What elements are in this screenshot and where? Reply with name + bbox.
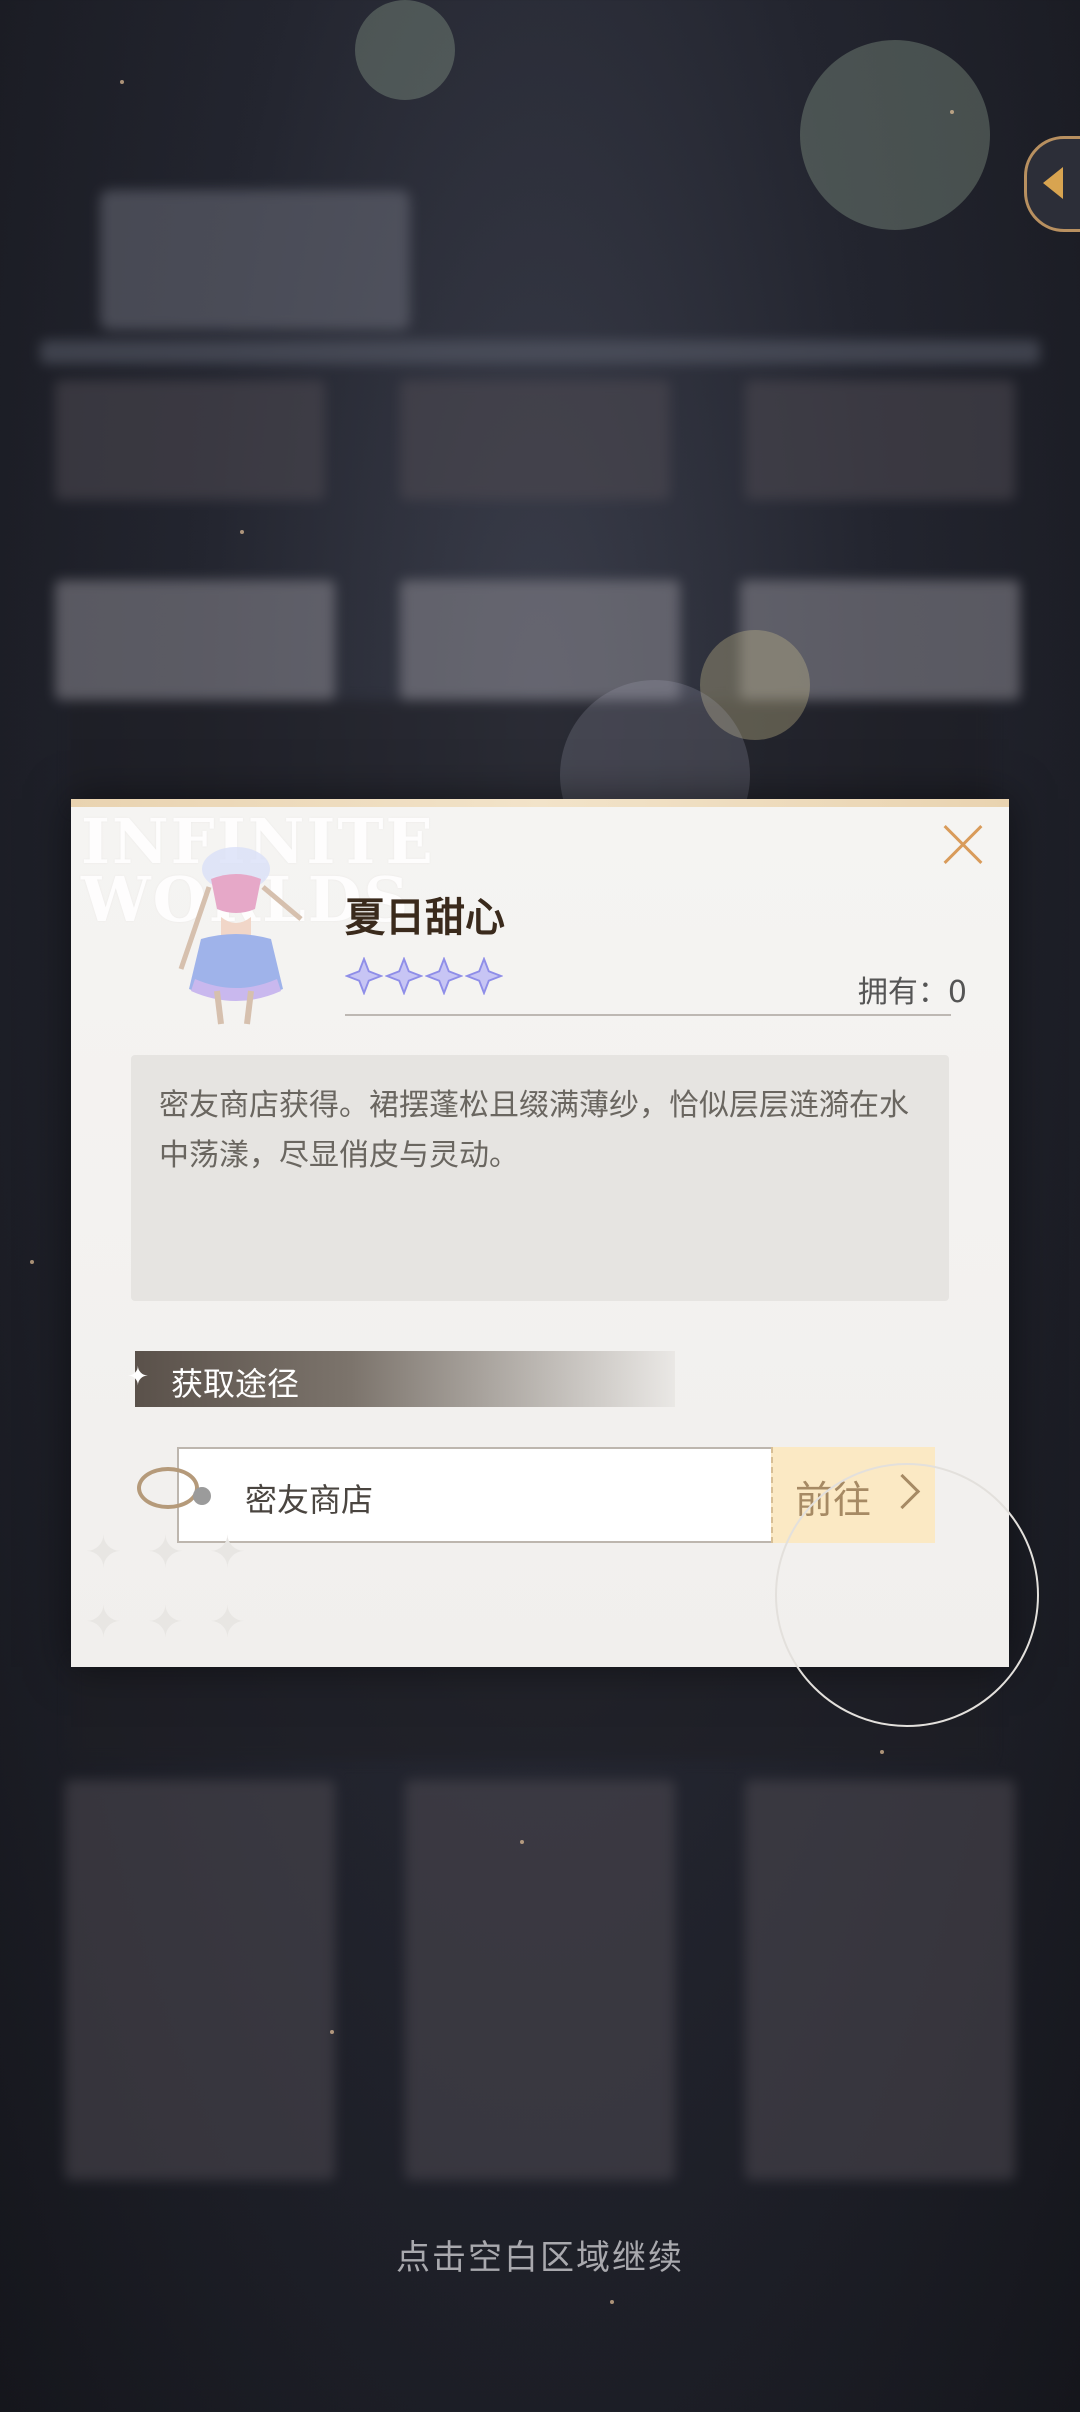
decorative-star-icon: ✦ — [209, 1597, 246, 1648]
decorative-star-icon: ✦ — [147, 1597, 184, 1648]
star-icon — [385, 957, 423, 995]
item-description: 密友商店获得。裙摆蓬松且缀满薄纱，恰似层层涟漪在水中荡漾，尽显俏皮与灵动。 — [159, 1088, 909, 1173]
ring-decoration-icon — [137, 1467, 199, 1509]
star-icon — [465, 957, 503, 995]
source-label: 密友商店 — [245, 1481, 374, 1519]
decorative-star-icon: ✦ — [147, 1527, 184, 1578]
source-dot-icon — [193, 1487, 211, 1505]
star-icon — [425, 957, 463, 995]
acquire-section-header: ✦ 获取途径 — [127, 1351, 675, 1407]
decorative-star-icon: ✦ — [85, 1597, 122, 1648]
item-detail-modal: INFINITE WORLDS 夏日甜心 拥有：0 密友商店获得。裙摆蓬松且缀满… — [71, 799, 1039, 1727]
title-divider — [345, 1014, 951, 1016]
close-icon[interactable] — [941, 823, 985, 867]
description-box: 密友商店获得。裙摆蓬松且缀满薄纱，恰似层层涟漪在水中荡漾，尽显俏皮与灵动。 — [131, 1055, 949, 1301]
tap-to-continue-hint[interactable]: 点击空白区域继续 — [0, 2230, 1080, 2279]
compass-decoration — [775, 1463, 1039, 1727]
item-thumbnail — [178, 847, 303, 1025]
decorative-star-icon: ✦ — [85, 1527, 122, 1578]
acquire-section-title: 获取途径 — [171, 1365, 300, 1403]
back-arrow-icon[interactable] — [1024, 136, 1080, 232]
decorative-star-icon: ✦ — [209, 1527, 246, 1578]
rarity-stars — [345, 957, 503, 997]
diamond-icon: ✦ — [127, 1362, 149, 1392]
star-icon — [345, 957, 383, 995]
owned-count: 拥有：0 — [857, 975, 967, 1010]
item-name: 夏日甜心 — [345, 894, 505, 941]
